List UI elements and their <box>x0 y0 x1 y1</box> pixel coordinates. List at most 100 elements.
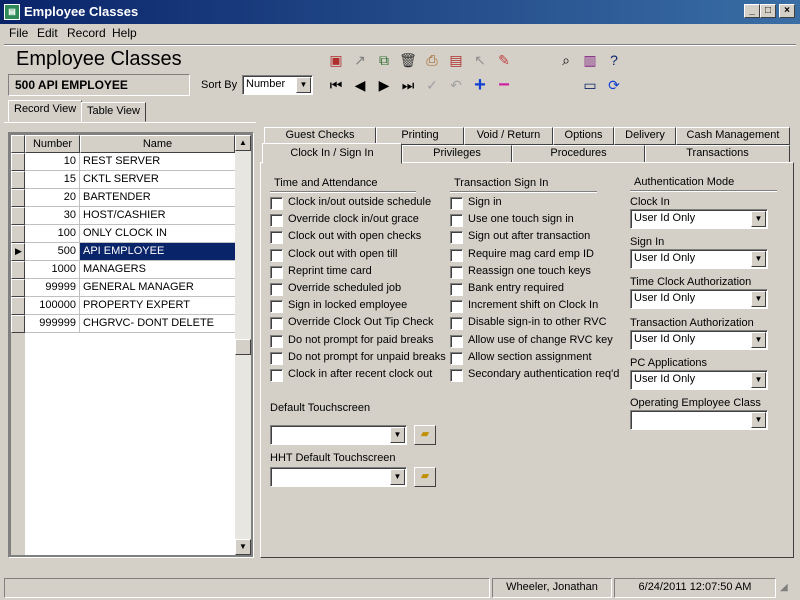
column-header-number[interactable]: Number <box>25 135 80 153</box>
checkbox[interactable] <box>450 300 463 314</box>
help-pointer-icon[interactable]: ? <box>604 50 624 70</box>
menu-edit[interactable]: Edit <box>37 26 58 40</box>
menu-record[interactable]: Record <box>67 26 106 40</box>
checkbox[interactable] <box>270 351 283 365</box>
checkbox-label[interactable]: Sign in locked employee <box>288 299 407 311</box>
row-name-cell[interactable]: BARTENDER <box>80 189 235 207</box>
row-selector[interactable]: ▶ <box>11 243 25 261</box>
row-name-cell[interactable]: CKTL SERVER <box>80 171 235 189</box>
menu-help[interactable]: Help <box>112 26 137 40</box>
checkbox-label[interactable]: Sign in <box>468 196 502 208</box>
scroll-down-icon[interactable]: ▼ <box>235 539 251 555</box>
row-number-cell[interactable]: 500 <box>25 243 80 261</box>
row-name-cell[interactable]: API EMPLOYEE <box>80 243 235 261</box>
auth-mode-select[interactable]: ▼ <box>630 410 768 430</box>
checkbox[interactable] <box>270 197 283 210</box>
auth-mode-select[interactable]: User Id Only ▼ <box>630 289 768 310</box>
checkbox[interactable] <box>270 300 283 314</box>
row-selector[interactable] <box>11 153 25 171</box>
checkbox[interactable] <box>450 265 463 279</box>
checkbox-label[interactable]: Use one touch sign in <box>468 213 574 225</box>
checkbox[interactable] <box>270 334 283 348</box>
row-number-cell[interactable]: 1000 <box>25 261 80 279</box>
row-name-cell[interactable]: ONLY CLOCK IN <box>80 225 235 243</box>
row-name-cell[interactable]: PROPERTY EXPERT <box>80 297 235 315</box>
row-number-cell[interactable]: 99999 <box>25 279 80 297</box>
resize-grip-icon[interactable]: ◢ <box>780 582 796 598</box>
next-record-icon[interactable]: ▶ <box>374 75 394 95</box>
tab-transactions[interactable]: Transactions <box>645 145 790 163</box>
remove-record-icon[interactable]: − <box>494 75 514 95</box>
tab-clock-in-sign-in[interactable]: Clock In / Sign In <box>262 143 402 164</box>
close-icon[interactable]: × <box>779 4 795 18</box>
binoculars-icon[interactable]: ⌕ <box>556 50 576 70</box>
row-number-cell[interactable]: 100 <box>25 225 80 243</box>
row-number-cell[interactable]: 999999 <box>25 315 80 333</box>
chevron-down-icon[interactable]: ▼ <box>390 469 405 485</box>
checkbox[interactable] <box>450 197 463 210</box>
column-header-name[interactable]: Name <box>80 135 235 153</box>
chevron-down-icon[interactable]: ▼ <box>751 371 766 388</box>
folder-icon[interactable]: ▰ <box>414 425 436 445</box>
undo-copy-icon[interactable]: ↖ <box>470 50 490 70</box>
checkbox[interactable] <box>270 248 283 262</box>
maximize-icon[interactable]: □ <box>760 4 776 18</box>
checkbox-label[interactable]: Override scheduled job <box>288 282 401 294</box>
row-selector[interactable] <box>11 279 25 297</box>
checkbox-label[interactable]: Require mag card emp ID <box>468 248 594 260</box>
checkbox-label[interactable]: Clock in after recent clock out <box>288 368 432 380</box>
auth-mode-select[interactable]: User Id Only ▼ <box>630 369 768 390</box>
delete-icon[interactable]: 🗑 <box>398 50 418 70</box>
print-icon[interactable]: ⎙ <box>422 50 442 70</box>
checkbox[interactable] <box>450 283 463 296</box>
checkbox-label[interactable]: Secondary authentication req'd <box>468 368 619 380</box>
menu-file[interactable]: File <box>9 26 28 40</box>
checkbox-label[interactable]: Override clock in/out grace <box>288 213 419 225</box>
row-name-cell[interactable]: HOST/CASHIER <box>80 207 235 225</box>
chevron-down-icon[interactable]: ▼ <box>751 211 766 227</box>
checkbox[interactable] <box>450 214 463 228</box>
row-name-cell[interactable]: GENERAL MANAGER <box>80 279 235 297</box>
checkbox[interactable] <box>450 317 463 331</box>
monitor-icon[interactable]: ▭ <box>580 75 600 95</box>
record-grid[interactable]: Number Name 10 REST SERVER 15 CKTL SERVER 20… <box>8 132 254 558</box>
book-icon[interactable]: ▥ <box>580 50 600 70</box>
row-number-cell[interactable]: 15 <box>25 171 80 189</box>
chevron-down-icon[interactable]: ▼ <box>390 427 405 443</box>
add-record-icon[interactable]: + <box>470 75 490 95</box>
checkbox-label[interactable]: Bank entry required <box>468 282 564 294</box>
checkbox-label[interactable]: Override Clock Out Tip Check <box>288 316 434 328</box>
refresh-icon[interactable]: ⟳ <box>604 75 624 95</box>
row-selector[interactable] <box>11 207 25 225</box>
checkbox-label[interactable]: Do not prompt for paid breaks <box>288 334 434 346</box>
checkbox-label[interactable]: Do not prompt for unpaid breaks <box>288 351 446 363</box>
row-number-cell[interactable]: 30 <box>25 207 80 225</box>
tab-procedures[interactable]: Procedures <box>512 145 645 163</box>
tab-record-view[interactable]: Record View <box>8 100 83 122</box>
row-selector[interactable] <box>11 297 25 315</box>
title-bar[interactable]: ▤ Employee Classes _ □ × <box>0 0 800 24</box>
checkbox[interactable] <box>450 351 463 365</box>
default-touchscreen-select[interactable]: ▼ <box>270 425 407 445</box>
chevron-down-icon[interactable]: ▼ <box>296 77 311 93</box>
minimize-icon[interactable]: _ <box>744 4 760 18</box>
chevron-down-icon[interactable]: ▼ <box>751 291 766 308</box>
previous-record-icon[interactable]: ◀ <box>350 75 370 95</box>
row-selector[interactable] <box>11 261 25 279</box>
chevron-down-icon[interactable]: ▼ <box>751 251 766 268</box>
tools-icon[interactable]: ✎ <box>494 50 514 70</box>
new-copy-icon[interactable]: ↗ <box>350 50 370 70</box>
row-number-cell[interactable]: 20 <box>25 189 80 207</box>
row-name-cell[interactable]: MANAGERS <box>80 261 235 279</box>
checkbox-label[interactable]: Increment shift on Clock In <box>468 299 598 311</box>
checkbox[interactable] <box>270 265 283 279</box>
row-selector[interactable] <box>11 171 25 189</box>
checkbox[interactable] <box>270 214 283 228</box>
checkbox-label[interactable]: Allow use of change RVC key <box>468 334 613 346</box>
checkbox-label[interactable]: Disable sign-in to other RVC <box>468 316 607 328</box>
folder-icon[interactable]: ▰ <box>414 467 436 487</box>
row-name-cell[interactable]: CHGRVC- DONT DELETE <box>80 315 235 333</box>
row-number-cell[interactable]: 100000 <box>25 297 80 315</box>
grid-scrollbar[interactable]: ▲ ▼ <box>235 135 251 555</box>
tab-void-return[interactable]: Void / Return <box>464 127 553 145</box>
